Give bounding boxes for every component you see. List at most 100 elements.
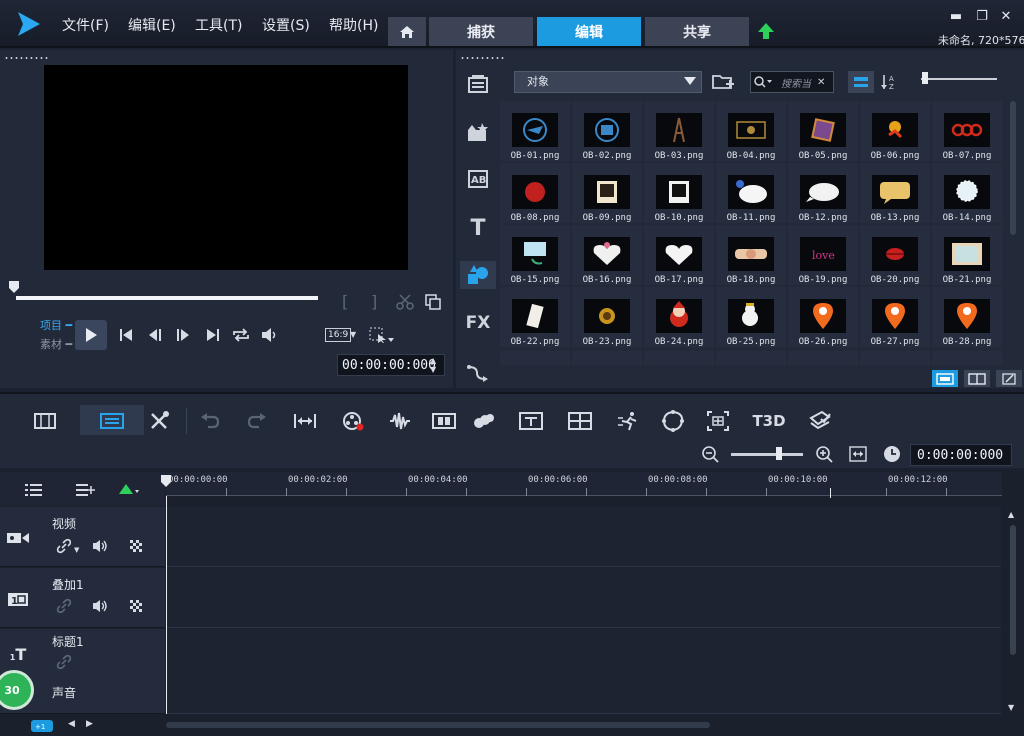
library-item[interactable]: OB-01.png — [500, 101, 570, 161]
library-item[interactable]: OB-18.png — [716, 225, 786, 285]
mark-out-icon[interactable]: ] — [371, 292, 377, 311]
player-grip[interactable] — [4, 56, 48, 60]
auto-scroll-icon[interactable]: +1 — [30, 719, 54, 733]
upload-icon[interactable] — [757, 22, 775, 40]
repeat-icon[interactable] — [231, 326, 251, 344]
scroll-right-icon[interactable]: ▶ — [86, 719, 93, 729]
mute-volume-icon[interactable] — [92, 538, 108, 554]
minimize-icon[interactable]: ▬ — [948, 10, 964, 24]
library-item[interactable]: OB-24.png — [644, 287, 714, 347]
link-icon[interactable] — [56, 538, 72, 554]
library-item[interactable] — [572, 351, 642, 365]
timecode-stepper[interactable]: ▲ ▼ — [430, 356, 436, 374]
library-item[interactable]: OB-10.png — [644, 163, 714, 223]
library-split-view-button[interactable] — [964, 370, 990, 387]
chevron-down-icon[interactable] — [684, 77, 696, 85]
title-3d-icon[interactable]: T3D — [752, 410, 786, 432]
subtitle-editor-icon[interactable] — [519, 410, 543, 432]
player-timecode[interactable]: 00:00:00:000 — [337, 354, 445, 376]
timeline-vertical-scrollbar[interactable] — [1010, 525, 1016, 655]
tab-capture[interactable]: 捕获 — [429, 17, 533, 46]
playhead-handle[interactable] — [160, 474, 172, 488]
library-item[interactable]: OB-02.png — [572, 101, 642, 161]
thumbnail-size-knob[interactable] — [922, 72, 928, 84]
clear-search-icon[interactable]: ✕ — [817, 77, 825, 88]
thumbnail-size-slider[interactable] — [921, 78, 997, 80]
home-tab[interactable] — [388, 17, 426, 46]
library-item[interactable]: love OB-19.png — [788, 225, 858, 285]
library-item[interactable]: OB-23.png — [572, 287, 642, 347]
sidebar-path-icon[interactable] — [466, 361, 490, 385]
library-item[interactable]: OB-22.png — [500, 287, 570, 347]
timeline-horizontal-scrollbar[interactable] — [166, 722, 710, 728]
library-item[interactable]: OB-03.png — [644, 101, 714, 161]
library-item[interactable]: OB-17.png — [644, 225, 714, 285]
library-item[interactable] — [716, 351, 786, 365]
track-lane-audio[interactable] — [167, 680, 1001, 714]
library-scrollbar[interactable] — [1010, 101, 1016, 235]
mark-in-icon[interactable]: [ — [342, 292, 348, 311]
restore-icon[interactable]: ❐ — [974, 10, 990, 24]
menu-edit[interactable]: 编辑(E) — [128, 15, 176, 35]
time-remap-icon[interactable] — [617, 410, 641, 432]
track-manager-icon[interactable] — [24, 482, 44, 498]
library-item[interactable]: OB-28.png — [932, 287, 1002, 347]
library-grip[interactable] — [460, 56, 504, 60]
select-mode-icon[interactable] — [368, 326, 396, 344]
add-marker-icon[interactable] — [118, 483, 140, 497]
library-item[interactable]: OB-14.png — [932, 163, 1002, 223]
timeline-view-icon[interactable] — [33, 410, 57, 432]
redo-icon[interactable] — [245, 410, 269, 432]
library-item[interactable]: OB-21.png — [932, 225, 1002, 285]
previous-frame-icon[interactable] — [146, 326, 166, 344]
library-item[interactable]: OB-13.png — [860, 163, 930, 223]
zoom-in-icon[interactable] — [815, 445, 835, 463]
library-item[interactable] — [860, 351, 930, 365]
library-item[interactable]: OB-05.png — [788, 101, 858, 161]
menu-file[interactable]: 文件(F) — [62, 15, 109, 35]
scrubber-handle[interactable] — [8, 280, 20, 294]
zoom-out-icon[interactable] — [701, 445, 721, 463]
library-item[interactable]: OB-26.png — [788, 287, 858, 347]
home-start-icon[interactable] — [116, 326, 136, 344]
sidebar-filter-icon[interactable]: FX — [466, 311, 491, 335]
mode-clip[interactable]: 素材 ━ — [40, 336, 72, 352]
next-frame-icon[interactable] — [172, 326, 192, 344]
zoom-slider[interactable] — [731, 453, 803, 456]
library-item[interactable]: OB-15.png — [500, 225, 570, 285]
library-item[interactable]: OB-09.png — [572, 163, 642, 223]
library-item[interactable]: OB-06.png — [860, 101, 930, 161]
pan-zoom-icon[interactable] — [706, 410, 730, 432]
library-item[interactable]: OB-12.png — [788, 163, 858, 223]
library-item[interactable] — [500, 351, 570, 365]
library-panel-view-button[interactable] — [932, 370, 958, 387]
sidebar-transition-icon[interactable]: AB — [466, 167, 490, 191]
library-item[interactable] — [788, 351, 858, 365]
play-button[interactable] — [75, 320, 107, 350]
library-options-button[interactable] — [996, 370, 1022, 387]
fit-timeline-icon[interactable] — [293, 410, 317, 432]
link-icon[interactable] — [56, 598, 72, 614]
library-item[interactable]: OB-20.png — [860, 225, 930, 285]
multi-camera-icon[interactable] — [568, 410, 592, 432]
library-item[interactable] — [644, 351, 714, 365]
motion-tracking-icon[interactable] — [432, 410, 456, 432]
chevron-down-icon[interactable]: ▼ — [350, 330, 356, 339]
transparency-icon[interactable] — [128, 598, 144, 614]
library-item[interactable]: OB-07.png — [932, 101, 1002, 161]
timeline-mode-icon[interactable] — [100, 410, 124, 432]
menu-help[interactable]: 帮助(H) — [329, 15, 378, 35]
sidebar-instant-project-icon[interactable] — [466, 120, 490, 144]
fit-project-icon[interactable] — [849, 446, 867, 462]
chapter-cue-icon[interactable] — [75, 482, 95, 498]
scroll-left-icon[interactable]: ◀ — [68, 719, 75, 729]
sidebar-media-icon[interactable] — [466, 72, 490, 96]
mode-project[interactable]: 项目 ━ — [40, 317, 72, 333]
track-lane-video[interactable] — [167, 507, 1001, 567]
folder-select[interactable]: 对象 — [514, 71, 702, 93]
search-input[interactable]: 搜索当 ✕ — [750, 71, 834, 93]
tab-share[interactable]: 共享 — [645, 17, 749, 46]
library-item[interactable]: OB-04.png — [716, 101, 786, 161]
transparency-icon[interactable] — [128, 538, 144, 554]
scrubber-track[interactable] — [16, 296, 318, 300]
